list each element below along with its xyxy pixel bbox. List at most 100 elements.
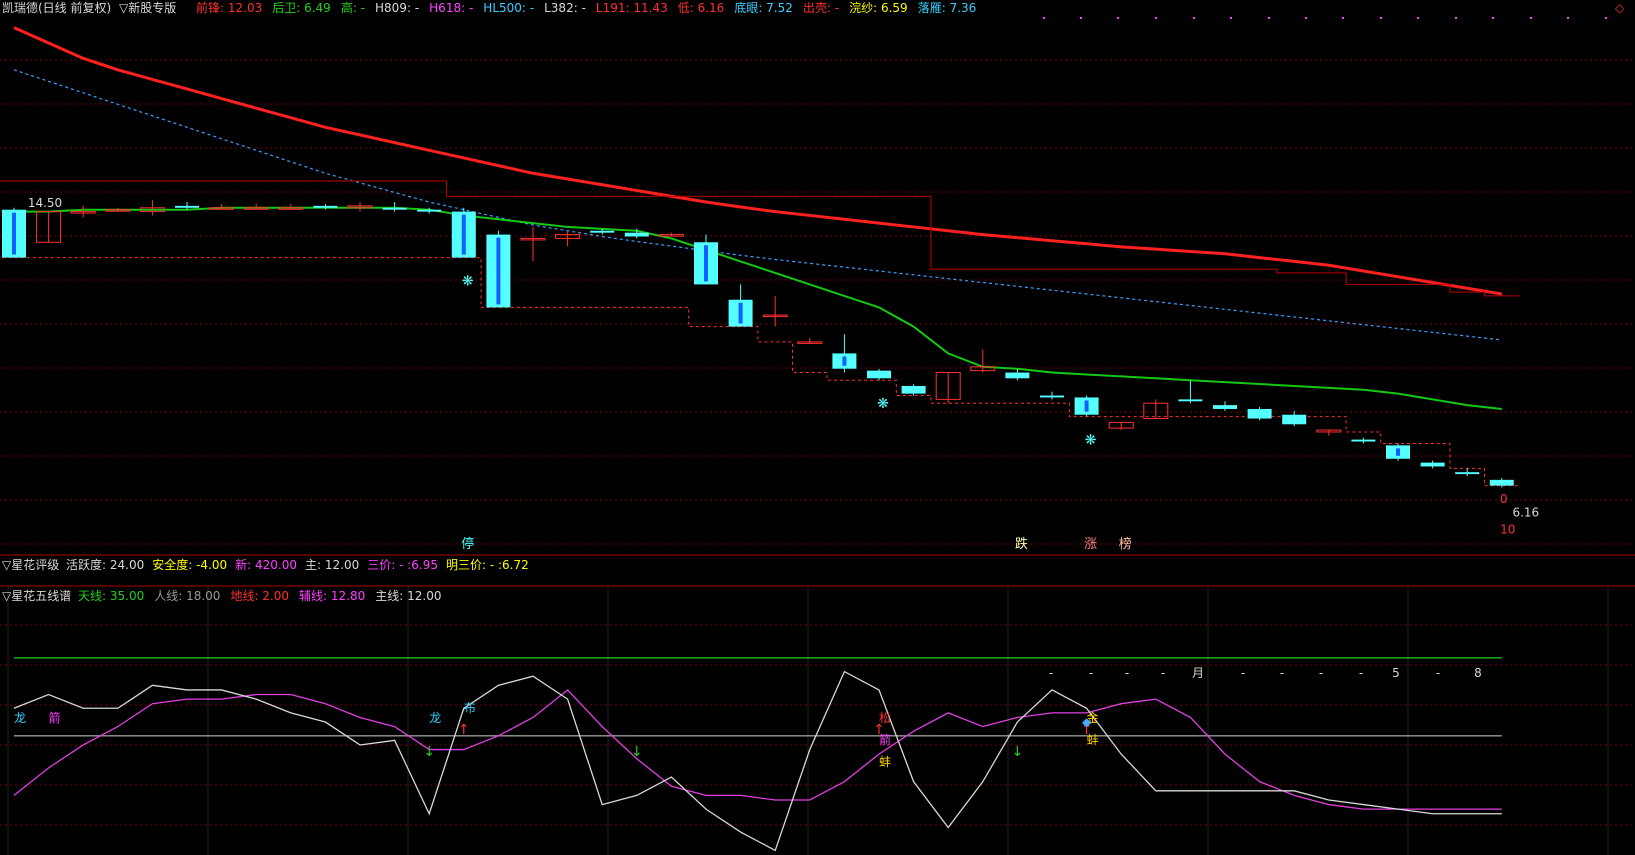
indicator-2: 新: 420.00 [235,558,297,572]
indicator-6: L382: - [544,1,586,15]
indicator-9: 底眼: 7.52 [734,1,793,15]
indicator-1: 人线: 18.00 [154,589,220,603]
indicator-value: 12.00 [321,558,360,572]
price-high-label: 14.50 [28,196,62,210]
dash-row-label: 8 [1474,666,1482,680]
indicator-label: H809: [375,1,411,15]
right-label-zero: 0 [1500,492,1508,506]
indicator-2: 高: - [341,1,365,15]
candle-inner-bar [704,245,708,282]
indicator-label: HL500: [483,1,526,15]
series-line-主线 [13,670,1502,852]
indicator-2: 地线: 2.00 [230,589,289,603]
indicator-label: 新: [235,558,252,572]
indicator-label: 天线: [78,589,107,603]
dash-row-label: - [1049,666,1053,680]
indicator-8: 低: 6.16 [678,1,725,15]
diamond-icon[interactable]: ◇ [1615,1,1624,15]
indicator-value: 11.43 [629,1,668,15]
signal-label: 停 [461,536,474,552]
ma-blue-dotted-line [13,69,1502,341]
indicator-value: 420.00 [251,558,297,572]
candle-body [590,230,615,233]
arrow-down-icon: ↓ [1012,744,1024,760]
candle-inner-bar [461,214,466,255]
butterfly-icon: ❋ [1085,433,1097,449]
indicator-value: - [465,1,474,15]
indicator-4: H618: - [429,1,473,15]
dash-row-label: 月 [1192,666,1204,680]
chart-stage: 14.506.16010停跌涨榜❋❋❋↓ ↓ ↓↑ ↑ ↑龙箭龙布松箭蚌金蚌◆- - - - 月… [0,17,1635,855]
indicator-7: L191: 11.43 [596,1,668,15]
indicator-value: - [577,1,586,15]
dash-row-label: - [1241,666,1245,680]
candle-body [1178,399,1203,402]
indicator-label: L191: [595,1,630,15]
candle-body [175,205,199,208]
indicator-label: 后卫: [272,1,301,15]
marker-label: 蚌 [1087,733,1099,747]
indicator-label: H618: [429,1,466,15]
indicator-value: 24.00 [106,558,145,572]
indicator-value: 6.59 [877,1,908,15]
candle-inner-bar [12,212,16,255]
indicator-value: 7.36 [945,1,977,15]
top-tick-mark [1492,17,1494,19]
indicator-label: 主线: [375,589,404,603]
indicator-value: 7.52 [762,1,793,15]
ma-long-red-line [13,26,1503,296]
top-tick-mark [1530,17,1532,19]
right-label-ten: 10 [1500,523,1515,537]
indicator-value: - [830,1,840,15]
panel2-title[interactable]: ▽星花评级 [2,558,59,572]
market-dropdown[interactable]: ▽新股专版 [119,1,176,15]
indicator-label: 出壳: [802,1,831,15]
indicator-label: 辅线: [299,589,328,603]
indicator-5: 明三价: - :6.72 [446,558,529,572]
candle-body [1351,439,1376,442]
top-tick-mark [1268,17,1270,19]
top-tick-mark [1230,17,1232,19]
indicator-3: 辅线: 12.80 [299,589,365,603]
top-tick-mark [1342,17,1344,19]
indicator-11: 浣纱: 6.59 [849,1,908,15]
butterfly-icon: ❋ [877,396,889,412]
candle-inner-bar [496,237,501,305]
arrow-up-icon: ↑ [458,722,470,738]
indicator-value: - [356,1,366,15]
candle-body [1420,462,1445,467]
top-tick-mark [1155,17,1157,19]
support-step-line [0,257,1520,487]
marker-label: 布 [464,701,476,715]
candle-body [867,370,891,379]
indicator-value: 12.80 [327,589,366,603]
top-tick-mark [1417,17,1419,19]
top-tick-mark [1455,17,1457,19]
top-tick-mark [1380,17,1382,19]
marker-label: 蚌 [879,755,891,769]
panel3-title[interactable]: ▽星花五线谱 [2,589,71,603]
indicator-label: 底眼: [734,1,763,15]
indicator-label: 浣纱: [849,1,878,15]
candle-inner-bar [842,356,847,366]
indicator-label: 前锋: [196,1,225,15]
marker-label: 松 [879,711,891,725]
dash-row-label: - [1280,666,1284,680]
indicator-value: - [525,1,535,15]
candle-body [1213,405,1237,409]
candle-body [313,205,338,208]
main-header: 凯瑞德(日线 前复权) ▽新股专版 [2,1,176,15]
indicator-4: 主线: 12.00 [375,589,441,603]
candle-body [1489,479,1514,486]
arrow-down-icon: ↓ [423,744,435,760]
indicator-value: 6.16 [693,1,725,15]
candle-inner-bar [1396,448,1400,456]
indicator-value: 18.00 [182,589,221,603]
candle-body [1247,408,1272,419]
dash-row-label: - [1089,666,1093,680]
panel3-indicators: 天线: 35.00 人线: 18.00 地线: 2.00 辅线: 12.80 主线: 1… [78,589,451,603]
dash-row-label: - [1161,666,1165,680]
indicator-1: 后卫: 6.49 [272,1,331,15]
butterfly-icon: ❋ [462,274,474,290]
price-low-label: 6.16 [1512,505,1539,519]
